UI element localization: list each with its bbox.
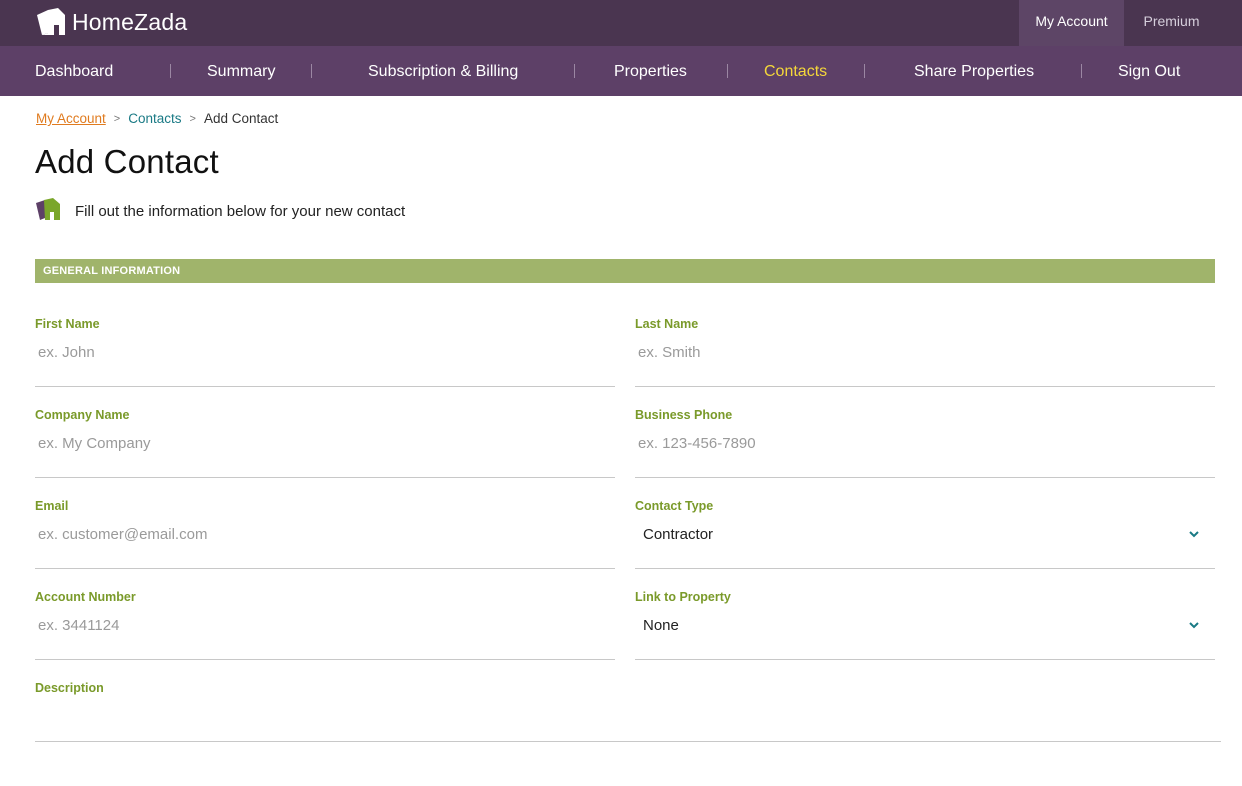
contact-type-value: Contractor xyxy=(643,526,714,543)
app-logo[interactable]: HomeZada xyxy=(34,5,187,39)
app-logo-text: HomeZada xyxy=(72,8,188,35)
section-title: GENERAL INFORMATION xyxy=(43,265,181,277)
account-number-label: Account Number xyxy=(35,590,136,604)
breadcrumb-my-account[interactable]: My Account xyxy=(36,111,106,126)
top-link-premium[interactable]: Premium xyxy=(1124,0,1219,46)
nav-separator xyxy=(170,64,171,78)
chevron-down-icon[interactable] xyxy=(1187,618,1201,632)
breadcrumb-contacts[interactable]: Contacts xyxy=(128,111,181,126)
link-to-property-select[interactable]: Link to Property None xyxy=(635,590,1215,660)
intro: Fill out the information below for your … xyxy=(35,196,405,227)
breadcrumb-current: Add Contact xyxy=(203,111,279,126)
top-link-my-account[interactable]: My Account xyxy=(1019,0,1124,46)
last-name-input[interactable] xyxy=(635,337,1215,367)
first-name-field: First Name xyxy=(35,317,615,387)
house-logo-icon xyxy=(34,5,68,39)
page-title: Add Contact xyxy=(35,143,219,180)
email-field: Email xyxy=(35,499,615,569)
description-label: Description xyxy=(35,681,104,695)
contact-type-label: Contact Type xyxy=(635,499,714,513)
nav-separator xyxy=(574,64,575,78)
main-nav: Dashboard Summary Subscription & Billing… xyxy=(0,46,1242,96)
nav-item-summary[interactable]: Summary xyxy=(207,46,275,96)
nav-item-sign-out[interactable]: Sign Out xyxy=(1118,46,1180,96)
breadcrumb-separator: > xyxy=(189,112,196,125)
breadcrumb: My Account > Contacts > Add Contact xyxy=(36,111,278,126)
email-label: Email xyxy=(35,499,69,513)
nav-item-share-properties[interactable]: Share Properties xyxy=(914,46,1034,96)
nav-item-dashboard[interactable]: Dashboard xyxy=(35,46,113,96)
business-phone-label: Business Phone xyxy=(635,408,733,422)
last-name-field: Last Name xyxy=(635,317,1215,387)
description-field: Description xyxy=(35,681,1221,742)
top-bar: HomeZada My Account Premium xyxy=(0,0,1242,46)
email-input[interactable] xyxy=(35,519,615,549)
first-name-input[interactable] xyxy=(35,337,615,367)
section-header: GENERAL INFORMATION xyxy=(35,259,1215,283)
business-phone-field: Business Phone xyxy=(635,408,1215,478)
nav-item-subscription-billing[interactable]: Subscription & Billing xyxy=(368,46,518,96)
house-logo-icon xyxy=(35,196,63,227)
nav-separator xyxy=(727,64,728,78)
company-name-label: Company Name xyxy=(35,408,130,422)
nav-item-contacts[interactable]: Contacts xyxy=(764,46,827,96)
link-to-property-label: Link to Property xyxy=(635,590,731,604)
chevron-down-icon[interactable] xyxy=(1187,527,1201,541)
intro-text: Fill out the information below for your … xyxy=(75,203,406,220)
company-name-field: Company Name xyxy=(35,408,615,478)
nav-separator xyxy=(864,64,865,78)
description-input[interactable] xyxy=(35,701,1221,731)
contact-type-select[interactable]: Contact Type Contractor xyxy=(635,499,1215,569)
link-to-property-value: None xyxy=(643,617,679,634)
nav-separator xyxy=(1081,64,1082,78)
company-name-input[interactable] xyxy=(35,428,615,458)
account-number-field: Account Number xyxy=(35,590,615,660)
nav-separator xyxy=(311,64,312,78)
first-name-label: First Name xyxy=(35,317,100,331)
business-phone-input[interactable] xyxy=(635,428,1215,458)
nav-item-properties[interactable]: Properties xyxy=(614,46,687,96)
account-number-input[interactable] xyxy=(35,610,615,640)
last-name-label: Last Name xyxy=(635,317,699,331)
breadcrumb-separator: > xyxy=(113,112,121,125)
